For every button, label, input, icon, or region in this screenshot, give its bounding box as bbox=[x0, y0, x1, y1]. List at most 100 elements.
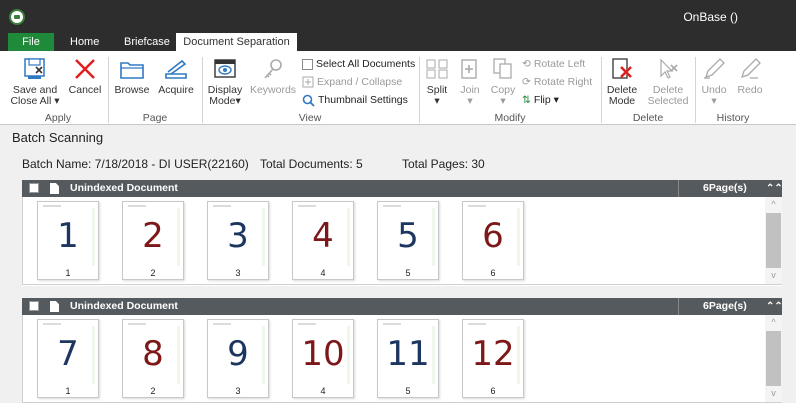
document-select-checkbox[interactable] bbox=[29, 183, 39, 193]
page-index: 3 bbox=[235, 386, 241, 396]
document-select-checkbox[interactable] bbox=[29, 301, 39, 311]
page-index: 6 bbox=[490, 268, 496, 278]
page-thumbnail[interactable]: 11 5 bbox=[377, 319, 439, 398]
document-icon bbox=[50, 183, 59, 194]
page-index: 6 bbox=[490, 386, 496, 396]
page-thumbnail[interactable]: 11 bbox=[37, 201, 99, 280]
section-title: Batch Scanning bbox=[12, 130, 104, 145]
cancel-x-icon bbox=[75, 59, 95, 79]
page-thumbnail[interactable]: 33 bbox=[207, 201, 269, 280]
expand-collapse-button[interactable]: Expand / Collapse bbox=[302, 74, 402, 90]
scroll-thumb[interactable] bbox=[766, 331, 781, 386]
flip-button[interactable]: ⇅ Flip ▾ bbox=[522, 92, 559, 108]
group-label-page: Page bbox=[142, 112, 168, 124]
delete-mode-button[interactable]: Delete Mode bbox=[604, 57, 640, 107]
total-pages: Total Pages: 30 bbox=[402, 157, 485, 171]
document-header[interactable]: Unindexed Document 6Page(s) ⌃⌃ bbox=[22, 298, 783, 315]
tab-home[interactable]: Home bbox=[58, 33, 111, 51]
thumbnail-settings-button[interactable]: Thumbnail Settings bbox=[302, 92, 408, 108]
page-thumbnail[interactable]: 71 bbox=[37, 319, 99, 398]
page-thumbnail[interactable]: 10 4 bbox=[292, 319, 354, 398]
redo-pencil-icon bbox=[740, 58, 761, 79]
thumbnail-settings-label: Thumbnail Settings bbox=[318, 94, 408, 106]
page-thumbnail[interactable]: 82 bbox=[122, 319, 184, 398]
undo-button[interactable]: Undo ▾ bbox=[698, 57, 730, 107]
dropdown-caret-icon: ▾ bbox=[467, 95, 473, 107]
page-thumbnail[interactable]: 66 bbox=[462, 201, 524, 280]
document-header[interactable]: Unindexed Document 6Page(s) ⌃⌃ bbox=[22, 180, 783, 197]
collapse-chevron-icon[interactable]: ⌃⌃ bbox=[766, 180, 783, 197]
vertical-scrollbar[interactable]: ^ v bbox=[765, 197, 782, 284]
acquire-button[interactable]: Acquire bbox=[154, 57, 198, 96]
split-button[interactable]: Split ▾ bbox=[422, 57, 452, 107]
keywords-label: Keywords bbox=[249, 84, 297, 96]
rotate-right-button[interactable]: ⟳ Rotate Right bbox=[522, 74, 592, 90]
page-count: 6Page(s) bbox=[678, 298, 756, 315]
vertical-scrollbar[interactable]: ^ v bbox=[765, 315, 782, 402]
page-content-number: 8 bbox=[142, 334, 164, 374]
save-and-close-all-button[interactable]: Save and Close All ▾ bbox=[10, 57, 60, 107]
page-thumbnail[interactable]: 22 bbox=[122, 201, 184, 280]
dropdown-caret-icon: ▾ bbox=[711, 95, 717, 107]
page-content-number: 9 bbox=[227, 334, 249, 374]
page-content-number: 4 bbox=[312, 216, 334, 256]
scroll-down-icon[interactable]: v bbox=[765, 388, 782, 400]
ribbon-tab-bar: File Home Briefcase Document Separation bbox=[0, 33, 796, 51]
delete-selected-button[interactable]: Delete Selected bbox=[644, 57, 692, 107]
page-thumbnail[interactable]: 55 bbox=[377, 201, 439, 280]
document-panel: Unindexed Document 6Page(s) ⌃⌃ 11 22 33 … bbox=[22, 180, 783, 286]
folder-icon bbox=[120, 62, 144, 79]
rotate-left-icon: ⟲ bbox=[522, 58, 531, 71]
scroll-up-icon[interactable]: ^ bbox=[765, 199, 782, 211]
dropdown-caret-icon: ▾ bbox=[54, 95, 60, 107]
select-all-documents-checkbox[interactable]: Select All Documents bbox=[302, 56, 415, 72]
page-content-number: 5 bbox=[397, 216, 419, 256]
dropdown-caret-icon: ▾ bbox=[434, 95, 440, 107]
batch-name: Batch Name: 7/18/2018 - DI USER(22160) bbox=[22, 157, 249, 171]
redo-label: Redo bbox=[737, 84, 763, 96]
scanner-icon bbox=[165, 59, 187, 79]
group-separator bbox=[202, 57, 203, 123]
onbase-logo-icon bbox=[9, 9, 25, 25]
browse-button[interactable]: Browse bbox=[112, 57, 152, 96]
page-index: 5 bbox=[405, 268, 411, 278]
tab-document-separation[interactable]: Document Separation bbox=[176, 33, 297, 51]
dropdown-caret-icon: ▾ bbox=[500, 95, 506, 107]
copy-button[interactable]: Copy ▾ bbox=[488, 57, 518, 107]
display-mode-button[interactable]: Display Mode▾ bbox=[206, 57, 244, 107]
page-content-number: 12 bbox=[471, 334, 515, 374]
dropdown-caret-icon: ▾ bbox=[235, 95, 241, 107]
join-button[interactable]: Join ▾ bbox=[455, 57, 485, 107]
tab-file[interactable]: File bbox=[8, 33, 54, 51]
rotate-left-button[interactable]: ⟲ Rotate Left bbox=[522, 56, 585, 72]
display-mode-icon bbox=[214, 59, 236, 78]
document-title: Unindexed Document bbox=[70, 300, 178, 312]
page-content-number: 10 bbox=[301, 334, 345, 374]
scroll-up-icon[interactable]: ^ bbox=[765, 317, 782, 329]
redo-button[interactable]: Redo bbox=[734, 57, 766, 96]
page-content-number: 1 bbox=[57, 216, 79, 256]
page-index: 3 bbox=[235, 268, 241, 278]
tab-briefcase[interactable]: Briefcase bbox=[112, 33, 182, 51]
page-thumbnail[interactable]: 12 6 bbox=[462, 319, 524, 398]
group-label-view: View bbox=[298, 112, 322, 124]
group-label-modify: Modify bbox=[494, 112, 526, 124]
join-icon bbox=[461, 59, 477, 79]
page-index: 2 bbox=[150, 386, 156, 396]
group-label-delete: Delete bbox=[632, 112, 664, 124]
scroll-thumb[interactable] bbox=[766, 213, 781, 268]
magnifier-icon bbox=[302, 94, 315, 107]
delete-selected-label-line2: Selected bbox=[647, 95, 689, 107]
delete-mode-label-line2: Mode bbox=[608, 95, 636, 107]
page-thumbnail[interactable]: 44 bbox=[292, 201, 354, 280]
cancel-button[interactable]: Cancel bbox=[66, 57, 104, 96]
scroll-down-icon[interactable]: v bbox=[765, 270, 782, 282]
page-thumbnail[interactable]: 93 bbox=[207, 319, 269, 398]
checkbox-icon bbox=[302, 58, 313, 70]
collapse-chevron-icon[interactable]: ⌃⌃ bbox=[766, 298, 783, 315]
document-panel: Unindexed Document 6Page(s) ⌃⌃ 71 82 93 … bbox=[22, 298, 783, 404]
page-content-number: 11 bbox=[386, 334, 430, 374]
keywords-button[interactable]: Keywords bbox=[248, 57, 298, 96]
page-count: 6Page(s) bbox=[678, 180, 756, 197]
acquire-label: Acquire bbox=[158, 84, 194, 96]
